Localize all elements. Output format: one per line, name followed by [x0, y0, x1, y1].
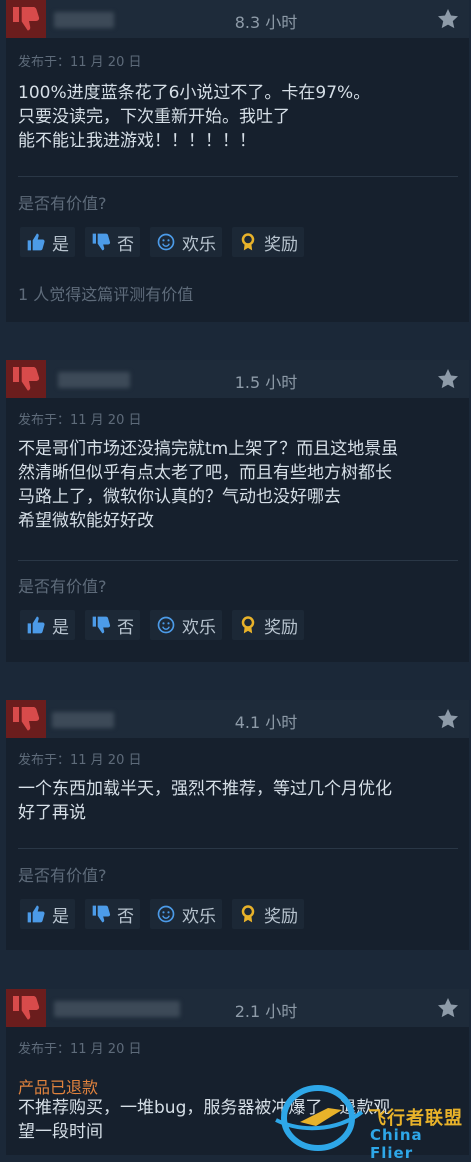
star-icon[interactable] — [435, 706, 461, 732]
thumbs-down-icon — [92, 905, 111, 923]
vote-funny-button[interactable]: 欢乐 — [150, 227, 222, 257]
award-button[interactable]: 奖励 — [232, 899, 304, 929]
award-button[interactable]: 奖励 — [232, 227, 304, 257]
helpful-question: 是否有价值? — [18, 194, 107, 213]
vote-row: 是 否 欢乐 奖励 — [20, 227, 304, 257]
vote-no-label: 否 — [117, 906, 134, 927]
vote-no-button[interactable]: 否 — [85, 227, 140, 257]
vote-yes-label: 是 — [52, 617, 69, 638]
refunded-label: 产品已退款 — [18, 1078, 99, 1097]
vote-yes-label: 是 — [52, 906, 69, 927]
review-header: 2.1 小时 — [6, 989, 469, 1027]
thumbs-up-icon — [27, 616, 45, 634]
smiley-icon — [157, 905, 175, 923]
thumbs-up-icon — [27, 905, 45, 923]
vote-no-label: 否 — [117, 234, 134, 255]
vote-no-button[interactable]: 否 — [85, 610, 140, 640]
vote-funny-button[interactable]: 欢乐 — [150, 899, 222, 929]
helpful-question: 是否有价值? — [18, 866, 107, 885]
review-date: 发布于：11 月 20 日 — [18, 753, 142, 768]
award-icon — [241, 233, 255, 251]
review-text: 不是哥们市场还没搞完就tm上架了？而且这地景虽 然清晰但似乎有点太老了吧，而且有… — [18, 439, 399, 531]
play-hours: 1.5 小时 — [234, 373, 298, 392]
vote-funny-label: 欢乐 — [182, 234, 216, 255]
award-icon — [241, 616, 255, 634]
vote-funny-label: 欢乐 — [182, 906, 216, 927]
thumbs-down-icon — [92, 616, 111, 634]
thumbs-down-icon — [6, 0, 46, 38]
vote-yes-button[interactable]: 是 — [20, 899, 75, 929]
review-header: 4.1 小时 — [6, 700, 469, 738]
star-icon[interactable] — [435, 6, 461, 32]
vote-yes-button[interactable]: 是 — [20, 227, 75, 257]
vote-no-label: 否 — [117, 617, 134, 638]
reviewer-name[interactable] — [52, 712, 114, 728]
thumbs-down-icon — [6, 700, 46, 738]
smiley-icon — [157, 233, 175, 251]
thumbs-down-icon — [6, 989, 46, 1027]
watermark-globe-icon — [275, 1085, 364, 1151]
divider — [18, 560, 458, 561]
divider — [18, 176, 458, 177]
award-button[interactable]: 奖励 — [232, 610, 304, 640]
smiley-icon — [157, 616, 175, 634]
thumbs-down-icon — [92, 233, 111, 251]
review-card: 1.5 小时 发布于：11 月 20 日 不是哥们市场还没搞完就tm上架了？而且… — [6, 360, 469, 662]
award-label: 奖励 — [264, 617, 298, 638]
star-icon[interactable] — [435, 995, 461, 1021]
star-icon[interactable] — [435, 366, 461, 392]
review-card: 8.3 小时 发布于：11 月 20 日 100%进度蓝条花了6小说过不了。卡在… — [6, 0, 469, 322]
helpful-question: 是否有价值? — [18, 577, 107, 596]
vote-row: 是 否 欢乐 奖励 — [20, 899, 304, 929]
play-hours: 8.3 小时 — [234, 13, 298, 32]
play-hours: 4.1 小时 — [234, 713, 298, 732]
vote-no-button[interactable]: 否 — [85, 899, 140, 929]
review-header: 8.3 小时 — [6, 0, 469, 38]
review-date: 发布于：11 月 20 日 — [18, 413, 142, 428]
review-header: 1.5 小时 — [6, 360, 469, 398]
watermark-logo: 飞行者联盟 China Flier — [270, 1082, 470, 1162]
reviewer-name[interactable] — [58, 372, 130, 388]
thumbs-up-icon — [27, 233, 45, 251]
watermark-text-en: China Flier — [370, 1126, 423, 1162]
review-card: 4.1 小时 发布于：11 月 20 日 一个东西加载半天，强烈不推荐，等过几个… — [6, 700, 469, 950]
play-hours: 2.1 小时 — [234, 1002, 298, 1021]
helpful-count: 1 人觉得这篇评测有价值 — [18, 285, 194, 304]
thumbs-down-icon — [6, 360, 46, 398]
vote-yes-label: 是 — [52, 234, 69, 255]
vote-row: 是 否 欢乐 奖励 — [20, 610, 304, 640]
award-label: 奖励 — [264, 234, 298, 255]
review-date: 发布于：11 月 20 日 — [18, 55, 142, 70]
award-icon — [241, 905, 255, 923]
vote-funny-button[interactable]: 欢乐 — [150, 610, 222, 640]
review-text: 一个东西加载半天，强烈不推荐，等过几个月优化 好了再说 — [18, 779, 392, 823]
review-date: 发布于：11 月 20 日 — [18, 1042, 142, 1057]
reviewer-name[interactable] — [54, 1001, 180, 1017]
vote-funny-label: 欢乐 — [182, 617, 216, 638]
review-text: 100%进度蓝条花了6小说过不了。卡在97%。 只要没读完，下次重新开始。我吐了… — [18, 83, 371, 151]
reviewer-name[interactable] — [54, 12, 114, 28]
award-label: 奖励 — [264, 906, 298, 927]
vote-yes-button[interactable]: 是 — [20, 610, 75, 640]
divider — [18, 848, 458, 849]
